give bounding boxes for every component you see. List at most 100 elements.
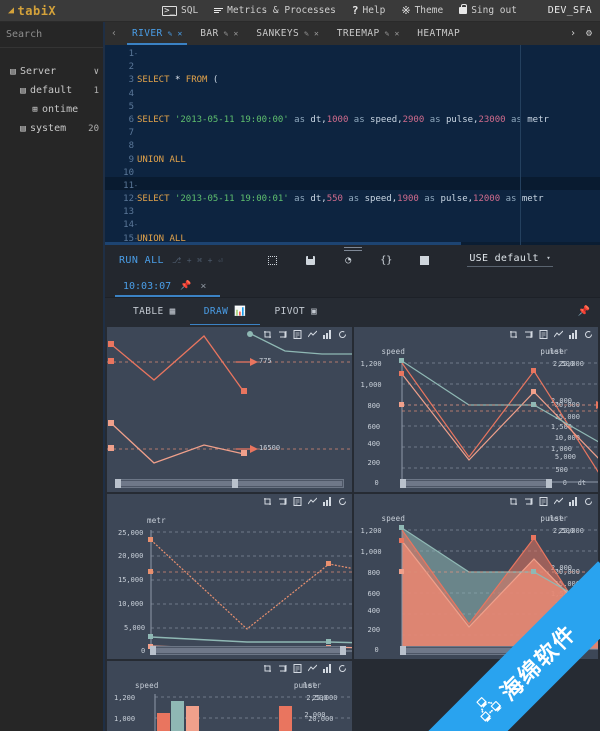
bar-chart-icon[interactable] bbox=[569, 497, 578, 506]
top-nav: >_ SQL Metrics & Processes ? Help ※ Them… bbox=[162, 4, 517, 17]
nav-help[interactable]: ? Help bbox=[352, 4, 386, 17]
chart-4[interactable]: speed pulse metr 1,200 1,000 800 600 400… bbox=[353, 494, 598, 659]
tab-sankeys-label: SANKEYS bbox=[256, 28, 300, 39]
nav-help-label: Help bbox=[362, 5, 386, 16]
crop-right-icon[interactable] bbox=[524, 497, 533, 506]
crop-left-icon[interactable] bbox=[509, 330, 518, 339]
data-view-icon[interactable] bbox=[293, 330, 302, 339]
crop-left-icon[interactable] bbox=[263, 497, 272, 506]
gear-icon[interactable]: ⚙ bbox=[586, 28, 592, 39]
sql-editor[interactable]: 1- 2 3 4 5 6 7 8 9 10 11- 12- 13 14- 15-… bbox=[105, 45, 600, 245]
brand-name: tabiX bbox=[17, 3, 57, 18]
data-view-icon[interactable] bbox=[293, 497, 302, 506]
edit-icon[interactable]: ✎ bbox=[168, 29, 173, 38]
tree-item-server[interactable]: ▤ Server ∨ bbox=[0, 62, 105, 81]
result-tab[interactable]: 10:03:07 📌 × bbox=[105, 275, 600, 297]
tree-item-ontime[interactable]: ⊞ ontime bbox=[0, 100, 105, 119]
data-view-icon[interactable] bbox=[539, 330, 548, 339]
nav-sql[interactable]: >_ SQL bbox=[162, 5, 198, 16]
crop-right-icon[interactable] bbox=[278, 497, 287, 506]
nav-metrics[interactable]: Metrics & Processes bbox=[214, 5, 336, 16]
tab-river[interactable]: RIVER ✎ ✕ bbox=[123, 22, 191, 45]
splitter-handle[interactable] bbox=[343, 245, 362, 252]
data-view-icon[interactable] bbox=[539, 497, 548, 506]
edit-icon[interactable]: ✎ bbox=[385, 29, 390, 38]
crop-left-icon[interactable] bbox=[263, 330, 272, 339]
tree-item-default[interactable]: ▤ default 1 bbox=[0, 81, 105, 100]
chart-1-range-slider[interactable] bbox=[115, 479, 344, 488]
edit-icon[interactable]: ✎ bbox=[224, 29, 229, 38]
top-bar: ◢ tabiX >_ SQL Metrics & Processes ? Hel… bbox=[0, 0, 600, 22]
pin-icon[interactable]: 📌 bbox=[180, 281, 191, 291]
refresh-icon[interactable] bbox=[584, 497, 593, 506]
tab-draw[interactable]: DRAW 📊 bbox=[189, 298, 261, 326]
sql-console-icon: >_ bbox=[162, 5, 177, 16]
app-logo[interactable]: ◢ tabiX bbox=[0, 4, 56, 18]
close-icon[interactable]: ✕ bbox=[394, 29, 399, 38]
data-view-icon[interactable] bbox=[293, 664, 302, 673]
tab-pivot[interactable]: PIVOT ▣ bbox=[260, 298, 331, 326]
tabs-next-arrow[interactable]: › bbox=[570, 28, 576, 39]
save-icon[interactable] bbox=[303, 253, 317, 267]
close-icon[interactable]: × bbox=[200, 281, 206, 292]
result-tab-time: 10:03:07 bbox=[123, 280, 172, 292]
line-chart-icon[interactable] bbox=[307, 330, 317, 339]
editor-code[interactable]: SELECT * FROM ( SELECT '2013-05-11 19:00… bbox=[137, 48, 600, 245]
crop-left-icon[interactable] bbox=[509, 497, 518, 506]
bar-chart-icon[interactable] bbox=[322, 497, 332, 506]
nav-sql-label: SQL bbox=[181, 5, 199, 16]
run-toolbar: RUN ALL ⎇ + ⌘ + ⏎ ◔ {} USE default ▾ bbox=[105, 245, 600, 275]
line-chart-icon[interactable] bbox=[554, 497, 563, 506]
run-shortcut-hint: ⎇ + ⌘ + ⏎ bbox=[171, 255, 224, 265]
crop-right-icon[interactable] bbox=[524, 330, 533, 339]
tab-bar[interactable]: BAR ✎ ✕ bbox=[191, 22, 247, 45]
tab-table[interactable]: TABLE ▦ bbox=[119, 298, 190, 326]
bar-chart-icon[interactable] bbox=[322, 330, 332, 339]
refresh-icon[interactable] bbox=[338, 497, 347, 506]
refresh-icon[interactable] bbox=[338, 330, 347, 339]
close-icon[interactable]: ✕ bbox=[177, 29, 182, 38]
close-icon[interactable]: ✕ bbox=[233, 29, 238, 38]
logo-mark-icon: ◢ bbox=[8, 5, 15, 16]
nav-sign-out[interactable]: Sing out bbox=[459, 4, 517, 16]
bar-chart-icon[interactable] bbox=[569, 330, 578, 339]
crop-right-icon[interactable] bbox=[278, 664, 287, 673]
refresh-icon[interactable] bbox=[338, 664, 347, 673]
chart-2-range-slider[interactable] bbox=[399, 479, 552, 488]
current-user[interactable]: DEV_SFA bbox=[548, 5, 592, 16]
chart-5[interactable]: speed pulse metr 1,200 1,000 25,000 20,0… bbox=[107, 661, 352, 731]
tree-item-system[interactable]: ▤ system 20 bbox=[0, 119, 105, 138]
line-chart-icon[interactable] bbox=[307, 497, 317, 506]
chart-3[interactable]: metr 25,000 20,000 15,000 10,000 5,000 0 bbox=[107, 494, 352, 659]
crop-right-icon[interactable] bbox=[278, 330, 287, 339]
tab-treemap[interactable]: TREEMAP ✎ ✕ bbox=[328, 22, 409, 45]
nav-sign-out-label: Sing out bbox=[471, 5, 517, 16]
chart-3-range-slider[interactable] bbox=[150, 646, 346, 655]
tabs-prev-arrow[interactable]: ‹ bbox=[105, 28, 123, 39]
close-icon[interactable]: ✕ bbox=[314, 29, 319, 38]
bar-chart-icon[interactable] bbox=[322, 664, 332, 673]
pin-icon[interactable]: 📌 bbox=[578, 306, 590, 317]
code-line-5: UNION ALL bbox=[137, 233, 186, 244]
format-json-icon[interactable]: {} bbox=[379, 253, 393, 267]
chevron-down-icon[interactable]: ∨ bbox=[94, 67, 99, 77]
run-all-button[interactable]: RUN ALL ⎇ + ⌘ + ⏎ bbox=[119, 255, 223, 266]
chart-1[interactable]: 775 16500 bbox=[107, 327, 352, 492]
tab-sankeys[interactable]: SANKEYS ✎ ✕ bbox=[247, 22, 328, 45]
chart-4-range-slider[interactable] bbox=[399, 646, 552, 655]
history-icon[interactable]: ◔ bbox=[341, 253, 355, 267]
line-chart-icon[interactable] bbox=[307, 664, 317, 673]
chart-2[interactable]: speed pulse metr 1,200 1,000 800 600 400… bbox=[353, 327, 598, 492]
tab-heatmap[interactable]: HEATMAP bbox=[408, 22, 469, 45]
database-select[interactable]: USE default ▾ bbox=[467, 253, 553, 267]
line-number: 12 bbox=[123, 194, 134, 205]
crop-left-icon[interactable] bbox=[263, 664, 272, 673]
line-chart-icon[interactable] bbox=[554, 330, 563, 339]
question-icon: ? bbox=[351, 4, 359, 17]
tab-strip-actions: › ⚙ bbox=[570, 28, 600, 39]
stop-icon[interactable] bbox=[417, 253, 431, 267]
refresh-icon[interactable] bbox=[584, 330, 593, 339]
fullscreen-icon[interactable] bbox=[265, 253, 279, 267]
nav-theme[interactable]: ※ Theme bbox=[401, 4, 443, 17]
edit-icon[interactable]: ✎ bbox=[304, 29, 309, 38]
